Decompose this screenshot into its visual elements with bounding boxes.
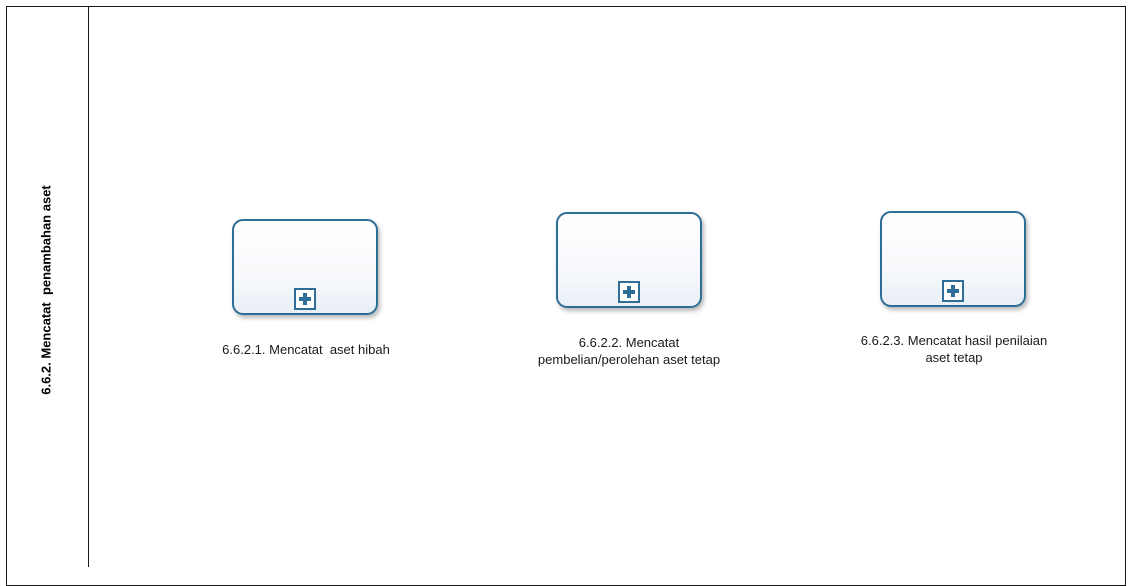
task-3-label: 6.6.2.3. Mencatat hasil penilaian aset te… (812, 332, 1096, 366)
subprocess-task-1[interactable] (232, 219, 378, 315)
task-1-label: 6.6.2.1. Mencatat aset hibah (192, 341, 420, 358)
task-2-label-line2: pembelian/perolehan aset tetap (537, 352, 721, 367)
subprocess-task-2[interactable] (556, 212, 702, 308)
task-1-label-line1: 6.6.2.1. Mencatat aset hibah (222, 342, 390, 357)
task-3-label-line2: aset tetap (925, 350, 983, 365)
task-3-label-line1: 6.6.2.3. Mencatat hasil penilaian (860, 333, 1048, 348)
plus-square-icon[interactable] (294, 288, 316, 310)
plus-square-icon[interactable] (942, 280, 964, 302)
subprocess-task-3[interactable] (880, 211, 1026, 307)
task-2-label: 6.6.2.2. Mencatat pembelian/perolehan ase… (494, 334, 764, 368)
task-2-label-line1: 6.6.2.2. Mencatat (578, 335, 680, 350)
lane-title: 6.6.2. Mencatat penambahan aset (38, 185, 54, 395)
plus-square-icon[interactable] (618, 281, 640, 303)
